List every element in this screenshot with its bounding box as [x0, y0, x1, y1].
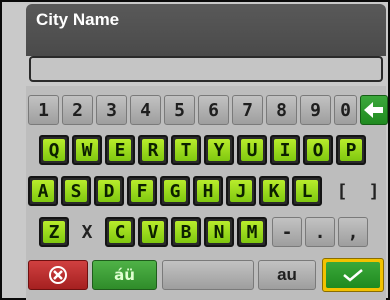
key-period[interactable]: .: [305, 217, 335, 247]
key-u-label: U: [241, 139, 263, 161]
key-t[interactable]: T: [171, 135, 201, 165]
key-h[interactable]: H: [193, 176, 223, 206]
key-s-label: S: [65, 180, 87, 202]
key-r[interactable]: R: [138, 135, 168, 165]
confirm-button[interactable]: [322, 258, 384, 292]
backspace-button[interactable]: [360, 95, 388, 125]
key-k-label: K: [263, 180, 285, 202]
key-h-label: H: [197, 180, 219, 202]
key-i[interactable]: I: [270, 135, 300, 165]
key-f[interactable]: F: [127, 176, 157, 206]
backspace-arrow-icon: [364, 102, 383, 118]
key-j[interactable]: J: [226, 176, 256, 206]
key-7[interactable]: 7: [232, 95, 263, 125]
key-c-label: C: [109, 221, 131, 243]
cancel-button[interactable]: [28, 260, 88, 290]
key-k[interactable]: K: [259, 176, 289, 206]
key-d[interactable]: D: [94, 176, 124, 206]
key-g-label: G: [164, 180, 186, 202]
key-b-label: B: [175, 221, 197, 243]
key-q-label: Q: [43, 139, 65, 161]
key-f-label: F: [131, 180, 153, 202]
key-hyphen[interactable]: -: [272, 217, 302, 247]
accents-button[interactable]: áü: [92, 260, 157, 290]
key-l-label: L: [296, 180, 318, 202]
key-x[interactable]: X: [72, 217, 102, 247]
key-6[interactable]: 6: [198, 95, 229, 125]
key-close-bracket[interactable]: ]: [360, 176, 388, 206]
key-m-label: M: [241, 221, 263, 243]
key-8[interactable]: 8: [266, 95, 297, 125]
key-e-label: E: [109, 139, 131, 161]
key-y[interactable]: Y: [204, 135, 234, 165]
key-n[interactable]: N: [204, 217, 234, 247]
key-comma[interactable]: ,: [338, 217, 368, 247]
key-z-label: Z: [43, 221, 65, 243]
key-p[interactable]: P: [336, 135, 366, 165]
city-name-input[interactable]: [29, 56, 383, 82]
key-y-label: Y: [208, 139, 230, 161]
key-n-label: N: [208, 221, 230, 243]
language-button[interactable]: au: [258, 260, 316, 290]
key-2[interactable]: 2: [62, 95, 93, 125]
key-o-label: O: [307, 139, 329, 161]
key-l[interactable]: L: [292, 176, 322, 206]
key-5[interactable]: 5: [164, 95, 195, 125]
key-z[interactable]: Z: [39, 217, 69, 247]
key-s[interactable]: S: [61, 176, 91, 206]
key-w[interactable]: W: [72, 135, 102, 165]
key-a[interactable]: A: [28, 176, 58, 206]
key-3[interactable]: 3: [96, 95, 127, 125]
keyboard-dialog: City Name 1 2 3 4 5 6 7 8 9 0 Q W E R T …: [0, 0, 390, 300]
key-e[interactable]: E: [105, 135, 135, 165]
key-r-label: R: [142, 139, 164, 161]
checkmark-icon: [343, 269, 363, 282]
key-p-label: P: [340, 139, 362, 161]
key-q[interactable]: Q: [39, 135, 69, 165]
key-1[interactable]: 1: [28, 95, 59, 125]
key-w-label: W: [76, 139, 98, 161]
dialog-title: City Name: [36, 10, 120, 29]
key-u[interactable]: U: [237, 135, 267, 165]
key-a-label: A: [32, 180, 54, 202]
key-m[interactable]: M: [237, 217, 267, 247]
key-v-label: V: [142, 221, 164, 243]
cancel-icon: [49, 266, 67, 284]
key-open-bracket[interactable]: [: [328, 176, 356, 206]
key-9[interactable]: 9: [300, 95, 331, 125]
title-bar: City Name: [26, 4, 386, 56]
key-o[interactable]: O: [303, 135, 333, 165]
key-0[interactable]: 0: [334, 95, 357, 125]
key-t-label: T: [175, 139, 197, 161]
key-i-label: I: [274, 139, 296, 161]
key-4[interactable]: 4: [130, 95, 161, 125]
key-b[interactable]: B: [171, 217, 201, 247]
key-j-label: J: [230, 180, 252, 202]
key-v[interactable]: V: [138, 217, 168, 247]
key-d-label: D: [98, 180, 120, 202]
key-g[interactable]: G: [160, 176, 190, 206]
key-c[interactable]: C: [105, 217, 135, 247]
space-key[interactable]: [162, 260, 254, 290]
